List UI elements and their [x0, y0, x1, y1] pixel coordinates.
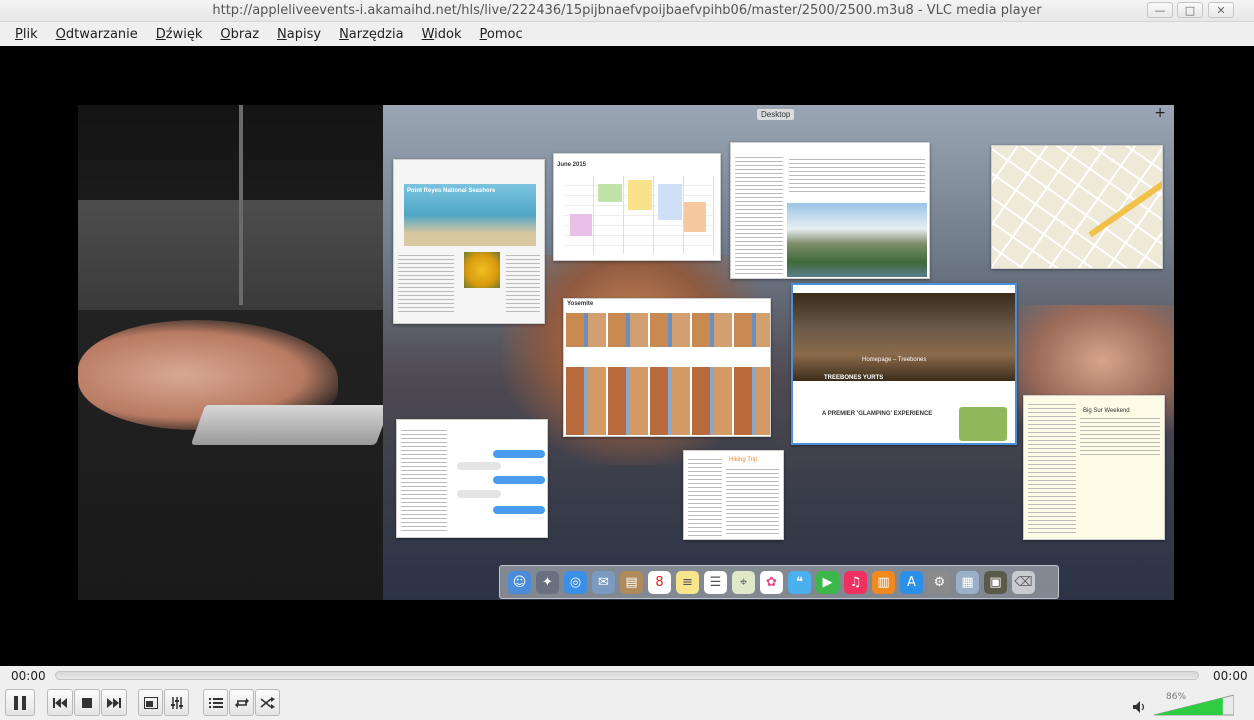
launchpad-icon: ✦ [536, 570, 559, 594]
notes-window: Big Sur Weekend [1023, 395, 1165, 540]
menu-bar: Plik Odtwarzanie Dźwięk Obraz Napisy Nar… [0, 22, 1254, 46]
maps-icon: ⌖ [732, 570, 755, 594]
menu-narzedzia[interactable]: Narzędzia [330, 27, 413, 42]
previous-icon [53, 697, 67, 708]
news-window: Point Reyes National Seashore [393, 159, 545, 324]
facetime-icon: ▶ [816, 570, 839, 594]
messages-icon: ❝ [788, 570, 811, 594]
seek-slider[interactable] [55, 671, 1199, 680]
title-bar: http://appleliveevents-i.akamaihd.net/hl… [0, 0, 1254, 22]
stop-button[interactable] [74, 689, 100, 716]
shuffle-icon [260, 696, 275, 709]
pause-icon [14, 695, 26, 710]
desktop-label: Desktop [757, 109, 795, 120]
stage-camera-view [78, 105, 391, 600]
video-area[interactable]: Desktop + Point Reyes National Seashore … [0, 46, 1254, 666]
volume-slider[interactable] [1154, 694, 1234, 716]
menu-dzwiek[interactable]: Dźwięk [147, 27, 212, 42]
total-time: 00:00 [1213, 669, 1248, 683]
previous-button[interactable] [47, 689, 73, 716]
add-space-icon: + [1154, 105, 1166, 121]
minimize-button[interactable]: — [1147, 2, 1173, 18]
menu-widok[interactable]: Widok [413, 27, 471, 42]
notes-icon: ≡ [676, 570, 699, 594]
close-icon: ✕ [1216, 3, 1226, 17]
photos-icon: ✿ [760, 570, 783, 594]
shuffle-button[interactable] [255, 689, 280, 716]
maximize-icon: □ [1184, 3, 1196, 17]
maps-window [991, 145, 1163, 269]
dock: ☺ ✦ ◎ ✉ ▤ 8 ≡ ☰ ⌖ ✿ ❝ ▶ ♫ ▥ A ⚙ ▦ ▣ ⌫ [499, 565, 1059, 599]
menu-napisy[interactable]: Napisy [268, 27, 330, 42]
window-title: http://appleliveevents-i.akamaihd.net/hl… [212, 3, 1042, 18]
playlist-icon [208, 697, 223, 708]
fullscreen-icon [143, 696, 158, 709]
safari-window: Homepage – Treebones TREEBONES YURTS A P… [791, 283, 1017, 445]
trash-icon: ⌫ [1012, 570, 1035, 594]
photos-window: Yosemite [563, 298, 771, 437]
playlist-button[interactable] [203, 689, 228, 716]
menu-odtwarzanie[interactable]: Odtwarzanie [47, 27, 147, 42]
trackpad [190, 405, 391, 445]
app-store-icon: A [900, 570, 923, 594]
menu-pomoc[interactable]: Pomoc [471, 27, 532, 42]
stop-icon [82, 697, 92, 708]
system-preferences-icon: ⚙ [928, 570, 951, 594]
fullscreen-button[interactable] [138, 689, 163, 716]
next-button[interactable] [101, 689, 127, 716]
messages-window [396, 419, 548, 538]
menu-plik[interactable]: Plik [6, 27, 47, 42]
close-button[interactable]: ✕ [1208, 2, 1234, 18]
mission-control-desktop: Desktop + Point Reyes National Seashore … [383, 105, 1174, 600]
ibooks-icon: ▥ [872, 570, 895, 594]
mail-icon: ✉ [592, 570, 615, 594]
pause-button[interactable] [5, 689, 35, 716]
reminders-window: Hiking Trip [683, 450, 784, 540]
mail-window [730, 142, 930, 279]
preview-icon: ▦ [956, 570, 979, 594]
finder-icon: ☺ [508, 570, 531, 594]
itunes-icon: ♫ [844, 570, 867, 594]
menu-obraz[interactable]: Obraz [211, 27, 268, 42]
extended-settings-button[interactable] [164, 689, 189, 716]
playback-controls: 86% [0, 686, 1254, 720]
extended-settings-icon [170, 696, 183, 709]
loop-icon [234, 697, 249, 708]
reminders-icon: ☰ [704, 570, 727, 594]
speaker-icon[interactable] [1133, 701, 1147, 717]
calendar-window: June 2015 [553, 153, 721, 261]
downloads-icon: ▣ [984, 570, 1007, 594]
safari-icon: ◎ [564, 570, 587, 594]
video-frame: Desktop + Point Reyes National Seashore … [78, 105, 1174, 600]
elapsed-time: 00:00 [11, 669, 46, 683]
contacts-icon: ▤ [620, 570, 643, 594]
loop-button[interactable] [229, 689, 254, 716]
maximize-button[interactable]: □ [1177, 2, 1203, 18]
calendar-icon: 8 [648, 570, 671, 594]
minimize-icon: — [1154, 3, 1166, 17]
next-icon [107, 697, 121, 708]
seek-row: 00:00 00:00 [0, 666, 1254, 686]
